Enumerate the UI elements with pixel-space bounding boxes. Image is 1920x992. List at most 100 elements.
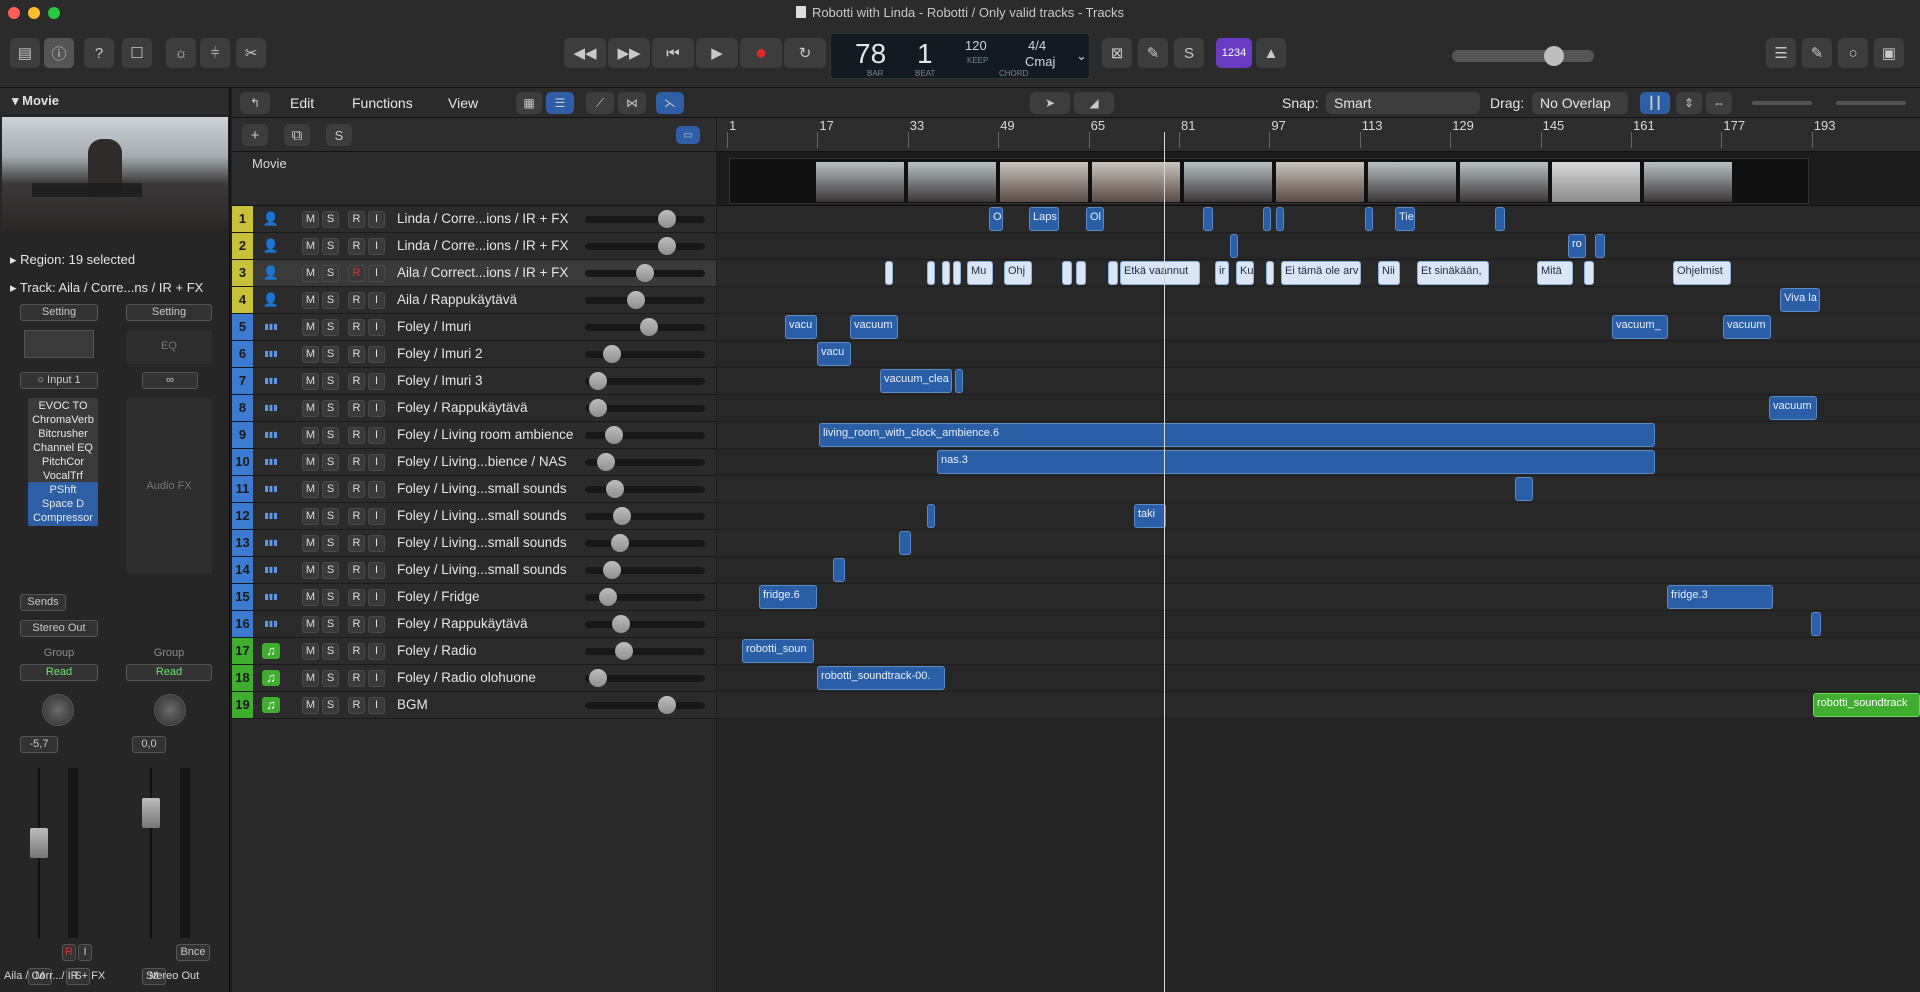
track-lane[interactable] [717,395,1920,422]
region-inspector-row[interactable]: ▸ Region: 19 selected [10,252,135,268]
input-monitor-button[interactable]: I [368,697,385,714]
track-lane[interactable] [717,692,1920,719]
track-header[interactable]: 8 ▮▮▮ M S R I Foley / Rappukäytävä [232,395,716,422]
horizontal-zoom-slider[interactable] [1836,101,1906,105]
mute-button[interactable]: M [302,319,319,336]
region[interactable] [942,261,950,285]
master-volume-slider[interactable] [1452,46,1594,66]
region[interactable] [955,369,963,393]
input-monitor-button[interactable]: I [368,643,385,660]
track-name[interactable]: Foley / Imuri 3 [397,373,483,388]
master-volume-knob[interactable] [1544,46,1564,66]
input-slot[interactable]: ○ Input 1 [20,372,98,389]
record-enable-button[interactable]: R [62,944,76,961]
track-lane[interactable] [717,638,1920,665]
region[interactable] [1062,261,1072,285]
track-volume-slider[interactable] [585,615,705,633]
volume-knob[interactable] [606,480,624,498]
count-in-button[interactable]: 1234 [1216,38,1252,68]
track-name[interactable]: BGM [397,697,428,712]
track-name[interactable]: Foley / Living...small sounds [397,508,567,523]
mixer-button[interactable]: ⫩ [200,38,230,68]
region[interactable]: Ol [1086,207,1104,231]
solo-button[interactable]: S [322,616,339,633]
input-monitor-button[interactable]: I [368,589,385,606]
pan-value[interactable]: 0,0 [132,736,166,753]
record-enable-button[interactable]: R [348,589,365,606]
track-header[interactable]: 12 ▮▮▮ M S R I Foley / Living...small sounds [232,503,716,530]
track-volume-slider[interactable] [585,426,705,444]
mute-button[interactable]: M [302,400,319,417]
region[interactable]: Mu [967,261,993,285]
pan-knob[interactable] [42,694,74,726]
mute-button[interactable]: M [302,535,319,552]
track-name[interactable]: Foley / Living...small sounds [397,562,567,577]
track-header[interactable]: 7 ▮▮▮ M S R I Foley / Imuri 3 [232,368,716,395]
setting-button[interactable]: Setting [20,304,98,321]
solo-button[interactable]: S [322,211,339,228]
mute-button[interactable]: M [302,454,319,471]
rewind-button[interactable]: ◀◀ [564,38,606,68]
solo-button[interactable]: S [322,643,339,660]
solo-button[interactable]: S [1174,38,1204,68]
region[interactable] [1584,261,1594,285]
input-monitor-button[interactable]: I [368,670,385,687]
track-header[interactable]: 6 ▮▮▮ M S R I Foley / Imuri 2 [232,341,716,368]
pan-value[interactable]: -5,7 [20,736,58,753]
time-signature-display[interactable]: 4/4 [1028,38,1046,53]
track-name[interactable]: Foley / Imuri 2 [397,346,483,361]
track-volume-slider[interactable] [585,534,705,552]
grid-view-button[interactable]: ▦ [516,92,542,114]
region[interactable] [1266,261,1274,285]
input-monitor-button[interactable]: I [368,319,385,336]
list-editors-button[interactable]: ☰ [1766,38,1796,68]
region[interactable] [1076,261,1086,285]
automation-button[interactable]: ⟋ [586,92,614,114]
track-volume-slider[interactable] [585,399,705,417]
track-header[interactable]: 17 ♫ M S R I Foley / Radio [232,638,716,665]
track-header[interactable]: 10 ▮▮▮ M S R I Foley / Living...bience / NAS [232,449,716,476]
track-volume-slider[interactable] [585,696,705,714]
pan-knob[interactable] [154,694,186,726]
track-volume-slider[interactable] [585,291,705,309]
region[interactable]: vacuum [1723,315,1771,339]
track-header[interactable]: 13 ▮▮▮ M S R I Foley / Living...small sounds [232,530,716,557]
input-monitor-button[interactable]: I [368,508,385,525]
solo-button[interactable]: S [322,697,339,714]
region[interactable]: Ohj [1004,261,1032,285]
input-monitor-button[interactable]: I [368,211,385,228]
record-button[interactable]: ● [740,38,782,68]
record-enable-button[interactable]: R [348,427,365,444]
region[interactable]: vacu [817,342,851,366]
mute-button[interactable]: M [302,292,319,309]
track-header[interactable]: 4 👤 M S R I Aila / Rappukäytävä [232,287,716,314]
solo-button[interactable]: S [322,508,339,525]
solo-button[interactable]: S [322,373,339,390]
region[interactable] [833,558,845,582]
record-enable-button[interactable]: R [348,697,365,714]
volume-knob[interactable] [627,291,645,309]
mute-button[interactable]: M [302,346,319,363]
replace-button[interactable]: ✎ [1138,38,1168,68]
region[interactable]: Et sinäkään, [1417,261,1489,285]
record-enable-button[interactable]: R [348,373,365,390]
region[interactable]: Ei tämä ole arv [1281,261,1361,285]
solo-button[interactable]: S [322,454,339,471]
solo-button[interactable]: S [322,238,339,255]
volume-knob[interactable] [658,210,676,228]
track-name[interactable]: Foley / Living...small sounds [397,481,567,496]
record-enable-button[interactable]: R [348,238,365,255]
region[interactable] [953,261,961,285]
record-enable-button[interactable]: R [348,454,365,471]
region[interactable]: nas.3 [937,450,1655,474]
track-header[interactable]: 14 ▮▮▮ M S R I Foley / Living...small sounds [232,557,716,584]
track-header[interactable]: 3 👤 M S R I Aila / Correct...ions / IR + FX [232,260,716,287]
tracks-area[interactable]: 1 17 33 49 65 81 97 113 129 145 161 177 193 O Laps Ol T… [717,118,1920,992]
track-header[interactable]: 5 ▮▮▮ M S R I Foley / Imuri [232,314,716,341]
volume-knob[interactable] [603,345,621,363]
search-button[interactable]: ○ [1838,38,1868,68]
track-lane[interactable] [717,557,1920,584]
edit-menu[interactable]: Edit [290,95,314,111]
tempo-display[interactable]: 120 [965,38,987,53]
input-monitor-button[interactable]: I [368,373,385,390]
